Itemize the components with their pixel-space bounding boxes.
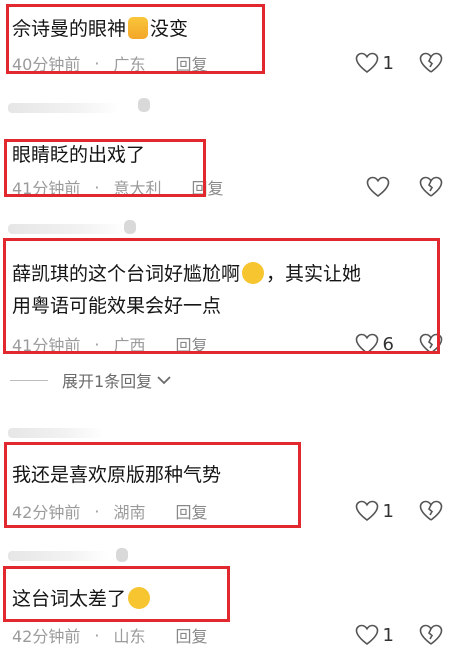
like-button[interactable]: 1: [355, 498, 394, 524]
comment-time: 42分钟前: [12, 627, 81, 646]
dislike-button[interactable]: [418, 498, 444, 524]
username-blurred: [8, 551, 108, 561]
comment-location: 山东: [113, 627, 146, 646]
highlight-box: [6, 4, 265, 74]
divider: [10, 379, 48, 381]
highlight-box: [3, 238, 440, 354]
username-blurred: [8, 224, 128, 234]
highlight-box: [4, 442, 301, 528]
username-blurred: [8, 103, 120, 113]
broken-heart-icon: [419, 624, 443, 645]
heart-icon: [355, 624, 378, 646]
reply-button[interactable]: 回复: [175, 623, 207, 647]
heart-icon: [366, 176, 390, 198]
dislike-button[interactable]: [418, 622, 444, 648]
avatar-blurred: [138, 98, 150, 112]
heart-icon: [355, 52, 378, 74]
like-button[interactable]: 1: [355, 50, 394, 76]
highlight-box: [4, 139, 206, 197]
username-blurred: [8, 428, 104, 438]
avatar-blurred: [116, 548, 128, 562]
expand-replies-label: 展开1条回复: [62, 372, 153, 391]
like-count: 1: [382, 624, 394, 646]
broken-heart-icon: [419, 500, 443, 521]
heart-icon: [355, 500, 378, 522]
highlight-box: [3, 566, 230, 622]
like-count: 1: [382, 500, 394, 522]
dislike-button[interactable]: [418, 174, 444, 200]
broken-heart-icon: [419, 52, 443, 73]
expand-replies-button[interactable]: 展开1条回复: [0, 366, 470, 394]
separator-dot: ·: [94, 625, 100, 645]
comment-meta: 42分钟前 · 山东 回复: [12, 622, 208, 648]
avatar-blurred: [124, 220, 136, 234]
chevron-down-icon: [157, 376, 171, 385]
like-count: 1: [382, 52, 394, 74]
like-button[interactable]: [366, 174, 394, 200]
broken-heart-icon: [419, 176, 443, 197]
like-button[interactable]: 1: [355, 622, 394, 648]
dislike-button[interactable]: [418, 50, 444, 76]
